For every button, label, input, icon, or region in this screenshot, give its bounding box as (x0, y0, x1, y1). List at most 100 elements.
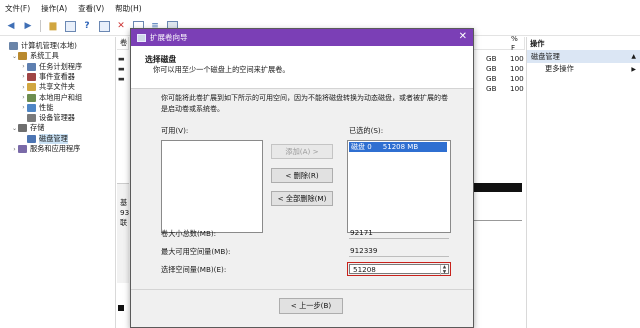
selected-disk-item[interactable]: 磁盘 0 51208 MB (349, 142, 447, 152)
tree-item[interactable]: › 服务和应用程序 (0, 144, 80, 154)
actions-more-actions-label: 更多操作 (545, 64, 574, 73)
navigation-tree: 计算机管理(本地) ⌄ 系统工具 › 任务计划程序 › 事件查看器 › 共享文件夹 › 本地用户和组… (0, 37, 116, 328)
expand-arrow-icon[interactable]: › (20, 73, 27, 80)
tree-item[interactable]: › 事件查看器 (0, 72, 75, 82)
list-cell-size: GB (486, 54, 497, 63)
wizard-header: 选择磁盘 你可以用至少一个磁盘上的空间来扩展卷。 (131, 46, 473, 89)
tree-item-icon (27, 114, 36, 123)
available-disks-list[interactable] (161, 140, 263, 233)
tree-item-icon (18, 145, 27, 153)
expand-arrow-icon[interactable]: › (20, 84, 27, 91)
tree-item-icon (27, 72, 36, 81)
tree-item[interactable]: 设备管理器 (0, 113, 75, 123)
tree-item[interactable]: ⌄ 系统工具 (0, 51, 59, 61)
remove-button[interactable]: < 删除(R) (271, 168, 333, 183)
tree-item[interactable]: ⌄ 存储 (0, 123, 44, 133)
tree-item-label: 设备管理器 (39, 113, 75, 123)
tree-item[interactable]: 计算机管理(本地) (0, 41, 77, 51)
select-space-highlight: 51208 ▲ ▼ (347, 262, 451, 276)
collapse-up-icon[interactable]: ▲ (631, 53, 636, 60)
list-row-marker: ▬ (118, 64, 125, 73)
list-cell-free-percent: 100 (510, 54, 524, 63)
spin-down-icon[interactable]: ▼ (443, 270, 446, 275)
select-space-label: 选择空间量(MB)(E): (161, 265, 227, 274)
wizard-description: 你可能将此卷扩展到如下所示的可用空间，因为不能将磁盘转换为动态磁盘，或者被扩展的… (161, 94, 448, 113)
disk-info-text: 93 (120, 208, 130, 217)
tree-item-label: 磁盘管理 (39, 133, 68, 144)
column-header-filler (474, 37, 508, 50)
remove-all-button[interactable]: < 全部删除(M) (271, 191, 333, 206)
menu-file[interactable]: 文件(F) (5, 3, 30, 14)
list-cell-size: GB (486, 64, 497, 73)
wizard-titlebar[interactable]: 扩展卷向导 (131, 29, 473, 46)
delete-icon[interactable]: ✕ (114, 19, 128, 33)
tree-item-icon (27, 134, 36, 143)
back-button[interactable]: < 上一步(B) (279, 298, 343, 314)
expand-arrow-icon[interactable]: › (20, 63, 27, 70)
tree-item[interactable]: › 任务计划程序 (0, 62, 82, 72)
tree-item-icon (18, 124, 27, 133)
list-row-marker: ▬ (118, 54, 125, 63)
select-space-input[interactable]: 51208 ▲ ▼ (349, 264, 449, 275)
tree-item-icon (27, 103, 36, 112)
wizard-step-subtitle: 你可以用至少一个磁盘上的空间来扩展卷。 (153, 65, 290, 74)
max-space-value: 912339 (349, 245, 449, 257)
tree-item-label: 事件查看器 (39, 71, 75, 81)
list-cell-free-percent: 100 (510, 64, 524, 73)
tree-item-icon (27, 83, 36, 92)
column-header-free-percent[interactable]: % F (508, 34, 525, 52)
available-label: 可用(V): (161, 126, 189, 135)
list-row-marker: ▬ (118, 74, 125, 83)
actions-pane: 操作 磁盘管理 ▲ 更多操作 ▶ (526, 37, 640, 328)
help-icon[interactable]: ? (80, 19, 94, 33)
wizard-title: 扩展卷向导 (150, 33, 188, 42)
tree-item-label: 计算机管理(本地) (21, 41, 77, 50)
panel-icon[interactable] (97, 19, 111, 33)
expand-arrow-icon[interactable]: › (20, 94, 27, 101)
total-size-label: 卷大小总数(MB): (161, 229, 217, 238)
expand-arrow-icon[interactable]: › (20, 104, 27, 111)
extend-volume-wizard: 扩展卷向导 ✕ 选择磁盘 你可以用至少一个磁盘上的空间来扩展卷。 你可能将此卷扩… (130, 28, 474, 328)
menubar: 文件(F) 操作(A) 查看(V) 帮助(H) (0, 0, 640, 16)
select-space-value: 51208 (353, 264, 376, 274)
menu-view[interactable]: 查看(V) (78, 3, 104, 14)
toolbar-separator (40, 20, 41, 32)
wizard-app-icon (137, 33, 146, 42)
disk-info-text: 基 (120, 198, 128, 207)
actions-header: 操作 (530, 38, 545, 48)
tree-item[interactable]: › 性能 (0, 103, 53, 113)
tree-item[interactable]: › 本地用户和组 (0, 93, 82, 103)
list-cell-size: GB (486, 74, 497, 83)
list-cell-free-percent: 100 (510, 84, 524, 93)
tree-item-label: 系统工具 (30, 51, 59, 61)
list-cell-size: GB (486, 84, 497, 93)
selected-disks-list[interactable]: 磁盘 0 51208 MB (347, 140, 451, 233)
forward-arrow-icon[interactable]: ▶ (21, 19, 35, 33)
tree-item-label: 性能 (39, 102, 54, 112)
menu-action[interactable]: 操作(A) (41, 3, 67, 14)
expand-arrow-icon[interactable]: › (11, 146, 18, 153)
menu-help[interactable]: 帮助(H) (115, 3, 142, 14)
column-header-volume[interactable]: 卷 (117, 37, 129, 50)
column-header-volume-label: 卷 (120, 38, 128, 47)
tree-item-label: 本地用户和组 (39, 92, 83, 102)
back-arrow-icon[interactable]: ◀ (4, 19, 18, 33)
selected-label: 已选的(S): (349, 126, 384, 135)
spin-arrows[interactable]: ▲ ▼ (440, 265, 448, 275)
close-icon[interactable]: ✕ (459, 32, 467, 42)
actions-disk-management-label: 磁盘管理 (531, 51, 560, 61)
actions-more-actions[interactable]: 更多操作 ▶ (527, 63, 640, 75)
tree-item[interactable]: 磁盘管理 (0, 133, 68, 144)
grid-icon[interactable] (63, 19, 77, 33)
list-cell-free-percent: 100 (510, 74, 524, 83)
actions-disk-management[interactable]: 磁盘管理 ▲ (527, 50, 640, 63)
add-button[interactable]: 添加(A) > (271, 144, 333, 159)
wizard-footer: < 上一步(B) (131, 289, 473, 327)
expand-arrow-icon[interactable]: ⌄ (11, 125, 18, 132)
tree-item-icon (9, 42, 18, 50)
expand-arrow-icon[interactable]: ⌄ (11, 53, 18, 60)
folder-icon[interactable]: ▆ (46, 19, 60, 33)
legend-swatch (118, 305, 124, 311)
tree-item[interactable]: › 共享文件夹 (0, 82, 75, 92)
max-space-label: 最大可用空间量(MB): (161, 247, 231, 256)
